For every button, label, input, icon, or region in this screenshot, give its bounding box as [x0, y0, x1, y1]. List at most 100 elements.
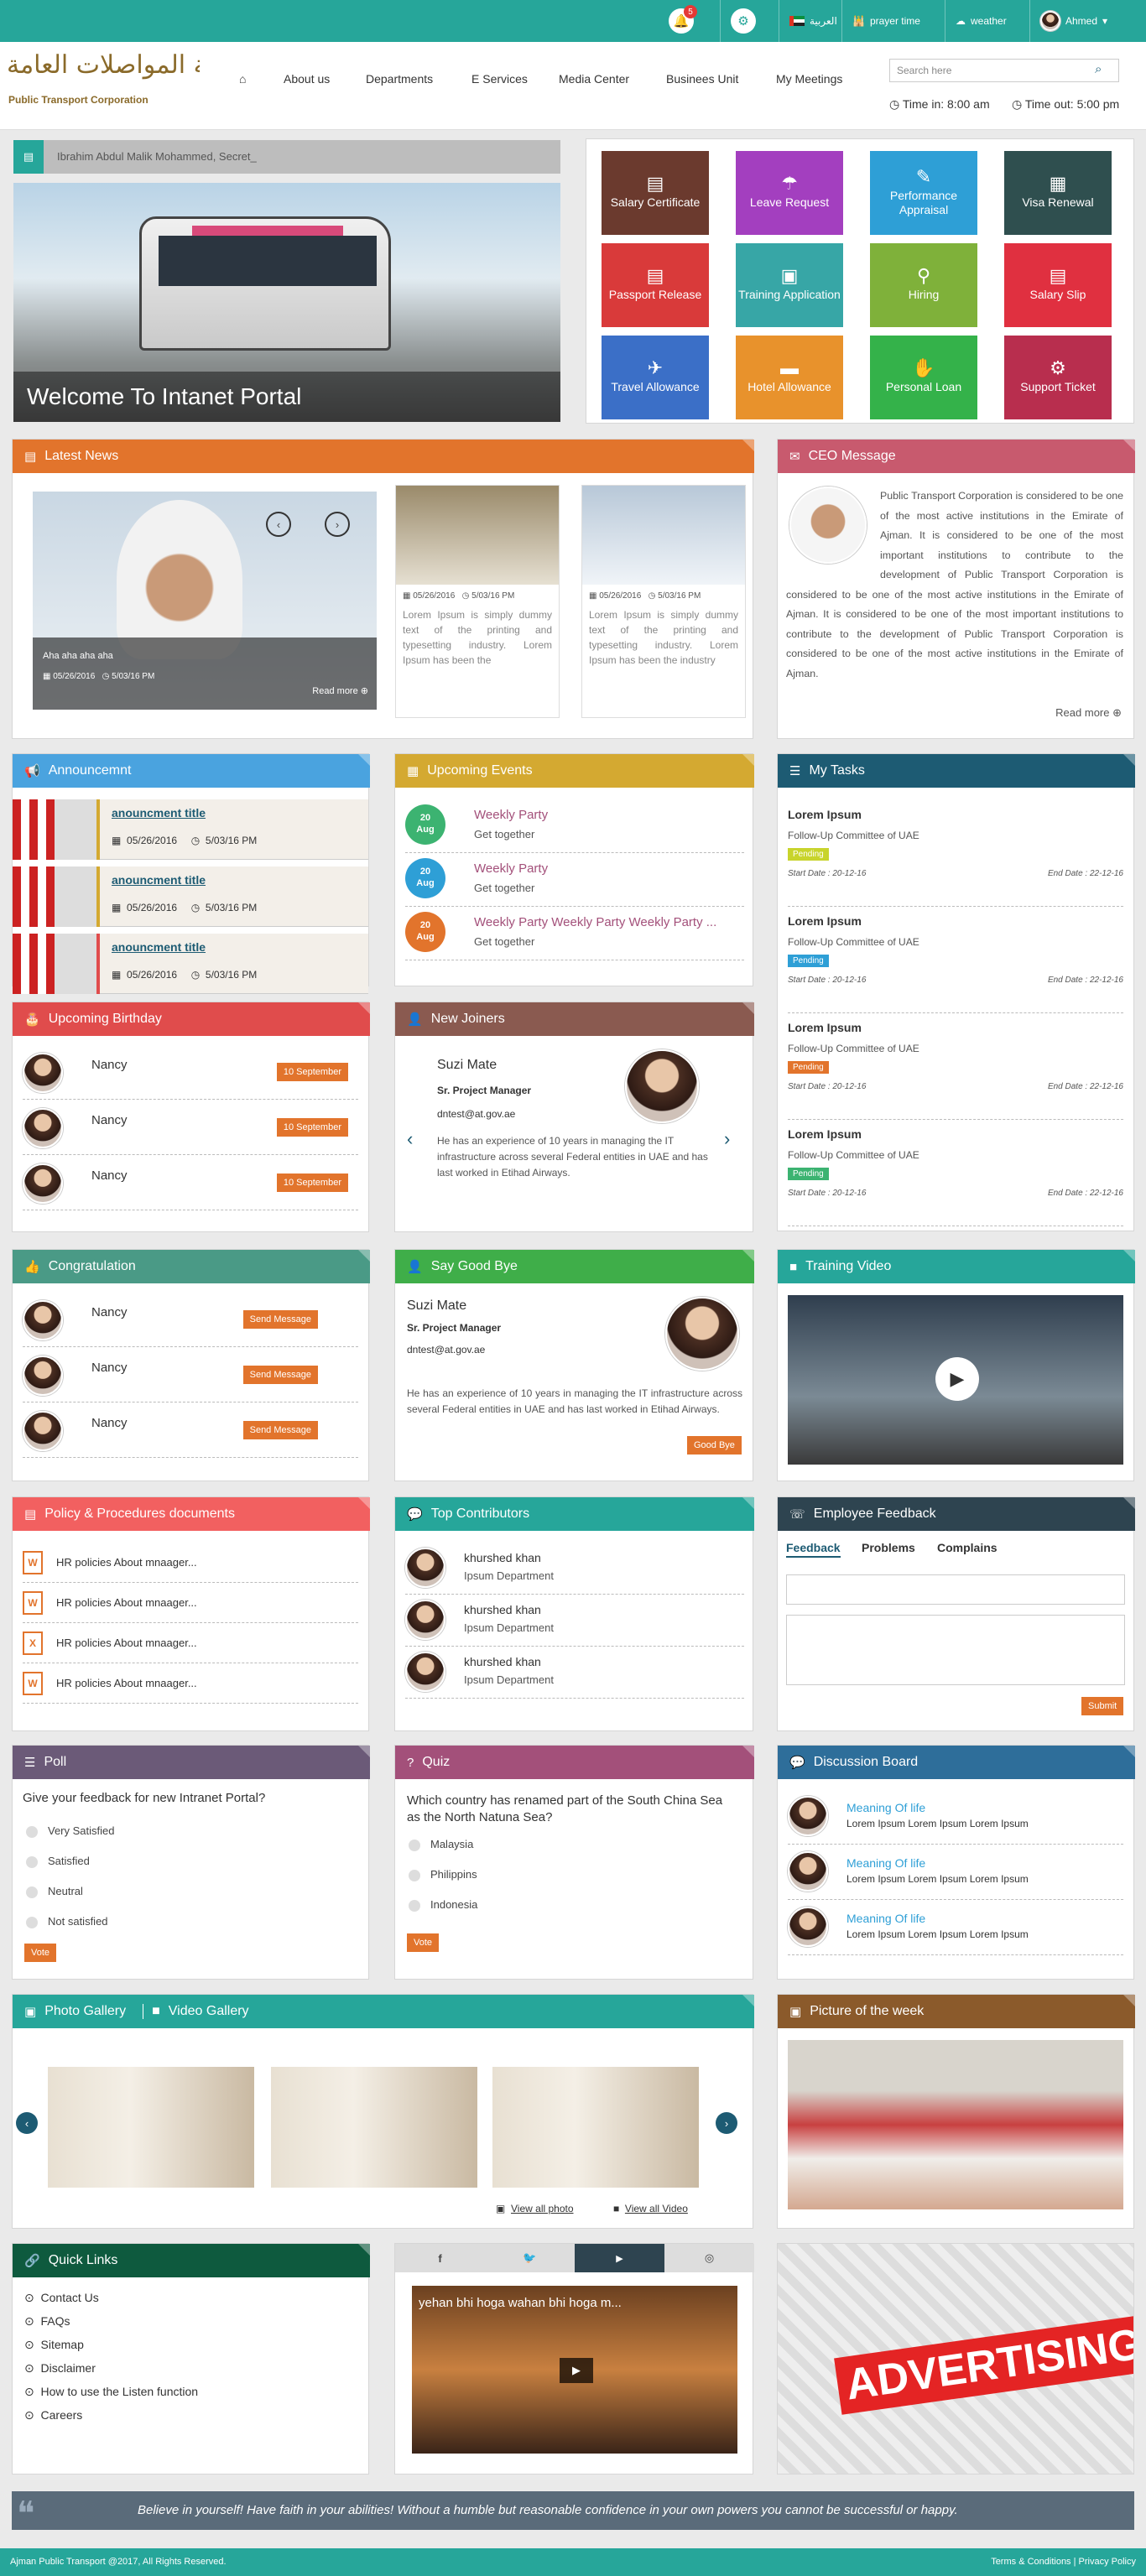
quiz-option[interactable]: Philippins: [409, 1868, 477, 1881]
search-icon[interactable]: ⌕: [1095, 62, 1102, 76]
tab-problems[interactable]: Problems: [862, 1541, 915, 1554]
discussion-item[interactable]: Meaning Of life Lorem Ipsum Lorem Ipsum …: [788, 1850, 1123, 1900]
list-item[interactable]: Nancy 10 September: [23, 1160, 358, 1210]
social-video-player[interactable]: yehan bhi hoga wahan bhi hoga m... ▶: [412, 2286, 737, 2454]
service-tile[interactable]: ▤ Salary Slip: [1004, 243, 1112, 327]
document-title[interactable]: HR policies About mnaager...: [56, 1677, 197, 1689]
send-message-button[interactable]: Send Message: [242, 1310, 318, 1329]
twitter-icon[interactable]: 🐦: [485, 2244, 575, 2272]
quick-link[interactable]: ⊙ How to use the Listen function: [24, 2385, 198, 2399]
nav-about[interactable]: About us: [284, 72, 330, 86]
send-message-button[interactable]: Send Message: [242, 1421, 318, 1439]
training-video-player[interactable]: ▶: [788, 1295, 1123, 1465]
feedback-textarea[interactable]: [786, 1615, 1125, 1685]
list-item[interactable]: Nancy Send Message: [23, 1297, 358, 1347]
main-news-image[interactable]: Aha aha aha aha ▦ 05/26/2016 ◷ 5/03/16 P…: [33, 492, 377, 710]
gallery-prev-button[interactable]: ‹: [16, 2112, 38, 2134]
gallery-photo[interactable]: [48, 2067, 254, 2188]
document-item[interactable]: W HR policies About mnaager...: [23, 1668, 358, 1704]
prayer-time-link[interactable]: 🕌 prayer time: [841, 0, 930, 42]
quick-link[interactable]: ⊙ Contact Us: [24, 2291, 99, 2305]
radio-button[interactable]: [409, 1869, 420, 1881]
list-item[interactable]: Nancy 10 September: [23, 1049, 358, 1100]
home-icon[interactable]: ⌂: [239, 72, 246, 86]
list-item[interactable]: khurshed khan Ipsum Department: [405, 1650, 744, 1699]
document-title[interactable]: HR policies About mnaager...: [56, 1637, 197, 1649]
gallery-photo[interactable]: [492, 2067, 699, 2188]
notifications[interactable]: 🔔 5: [659, 0, 704, 42]
list-item[interactable]: anouncment title ▦ 05/26/2016 ◷ 5/03/16 …: [13, 866, 368, 927]
quick-link[interactable]: ⊙ Sitemap: [24, 2338, 84, 2352]
list-item[interactable]: anouncment title ▦ 05/26/2016 ◷ 5/03/16 …: [13, 799, 368, 860]
event-item[interactable]: 20 Aug Weekly Party Get together: [405, 804, 744, 853]
news-card[interactable]: ▦ 05/26/2016 ◷ 5/03/16 PM Lorem Ipsum is…: [395, 485, 560, 718]
event-item[interactable]: 20 Aug Weekly Party Weekly Party Weekly P…: [405, 912, 744, 960]
logo[interactable]: مؤسسة المواصلات العامة: [7, 50, 200, 80]
service-tile[interactable]: ✋ Personal Loan: [870, 336, 977, 419]
settings-button[interactable]: ⚙: [720, 0, 766, 42]
service-tile[interactable]: ▣ Training Application: [736, 243, 843, 327]
service-tile[interactable]: ▦ Visa Renewal: [1004, 151, 1112, 235]
tab-feedback[interactable]: Feedback: [786, 1541, 841, 1558]
play-icon[interactable]: ▶: [935, 1357, 979, 1401]
poll-option[interactable]: Not satisfied: [26, 1915, 108, 1928]
gallery-photo[interactable]: [271, 2067, 477, 2188]
discussion-title[interactable]: Meaning Of life: [846, 1801, 925, 1814]
facebook-icon[interactable]: f: [395, 2244, 485, 2272]
view-all-photo-link[interactable]: ▣ View all photo: [496, 2203, 574, 2214]
service-tile[interactable]: ⚲ Hiring: [870, 243, 977, 327]
chevron-right-icon[interactable]: ›: [724, 1128, 730, 1150]
play-icon[interactable]: ▶: [560, 2358, 593, 2383]
tab-complains[interactable]: Complains: [937, 1541, 998, 1554]
search-input[interactable]: Search here: [889, 59, 1119, 82]
quiz-option[interactable]: Indonesia: [409, 1898, 477, 1912]
radio-button[interactable]: [26, 1825, 38, 1838]
news-prev-button[interactable]: ‹: [266, 512, 291, 537]
poll-option[interactable]: Satisfied: [26, 1855, 90, 1868]
quick-link[interactable]: ⊙ Disclaimer: [24, 2361, 96, 2376]
user-menu[interactable]: Ahmed ▾: [1029, 0, 1117, 42]
announcement-title[interactable]: anouncment title: [112, 806, 206, 820]
ceo-read-more[interactable]: Read more ⊕: [1055, 706, 1122, 720]
radio-button[interactable]: [26, 1916, 38, 1928]
quiz-vote-button[interactable]: Vote: [407, 1933, 440, 1952]
discussion-title[interactable]: Meaning Of life: [846, 1912, 925, 1925]
quick-link[interactable]: ⊙ Careers: [24, 2408, 82, 2422]
poll-option[interactable]: Neutral: [26, 1885, 83, 1898]
news-next-button[interactable]: ›: [325, 512, 350, 537]
radio-button[interactable]: [26, 1855, 38, 1868]
language-switch[interactable]: العربية: [779, 0, 847, 42]
list-item[interactable]: khurshed khan Ipsum Department: [405, 1546, 744, 1595]
feedback-subject-input[interactable]: [786, 1574, 1125, 1605]
list-item[interactable]: Nancy 10 September: [23, 1105, 358, 1155]
document-title[interactable]: HR policies About mnaager...: [56, 1596, 197, 1609]
task-item[interactable]: Lorem Ipsum Follow-Up Committee of UAE P…: [788, 1021, 1123, 1120]
send-message-button[interactable]: Send Message: [242, 1366, 318, 1384]
service-tile[interactable]: ☂ Leave Request: [736, 151, 843, 235]
chevron-left-icon[interactable]: ‹: [407, 1128, 413, 1150]
service-tile[interactable]: ▤ Salary Certificate: [602, 151, 709, 235]
news-card[interactable]: ▦ 05/26/2016 ◷ 5/03/16 PM Lorem Ipsum is…: [581, 485, 746, 718]
tab-photo-gallery[interactable]: Photo Gallery: [44, 2004, 126, 2019]
task-item[interactable]: Lorem Ipsum Follow-Up Committee of UAE P…: [788, 1127, 1123, 1226]
document-item[interactable]: X HR policies About mnaager...: [23, 1628, 358, 1663]
announcement-title[interactable]: anouncment title: [112, 940, 206, 954]
nav-business-unit[interactable]: Businees Unit: [666, 72, 738, 86]
document-title[interactable]: HR policies About mnaager...: [56, 1556, 197, 1569]
quick-link[interactable]: ⊙ FAQs: [24, 2314, 70, 2329]
quiz-option[interactable]: Malaysia: [409, 1838, 473, 1851]
vote-button[interactable]: Vote: [24, 1944, 57, 1962]
poll-option[interactable]: Very Satisfied: [26, 1824, 115, 1838]
tab-video-gallery[interactable]: Video Gallery: [169, 2004, 249, 2019]
service-tile[interactable]: ✎ Performance Appraisal: [870, 151, 977, 235]
list-item[interactable]: anouncment title ▦ 05/26/2016 ◷ 5/03/16 …: [13, 934, 368, 994]
picture-week-image[interactable]: [788, 2040, 1123, 2209]
hero-banner[interactable]: Welcome To Intanet Portal: [13, 183, 560, 422]
gallery-next-button[interactable]: ›: [716, 2112, 737, 2134]
event-item[interactable]: 20 Aug Weekly Party Get together: [405, 858, 744, 907]
service-tile[interactable]: ▤ Passport Release: [602, 243, 709, 327]
document-item[interactable]: W HR policies About mnaager...: [23, 1548, 358, 1583]
discussion-item[interactable]: Meaning Of life Lorem Ipsum Lorem Ipsum …: [788, 1905, 1123, 1955]
radio-button[interactable]: [409, 1899, 420, 1912]
nav-media[interactable]: Media Center: [559, 72, 629, 86]
